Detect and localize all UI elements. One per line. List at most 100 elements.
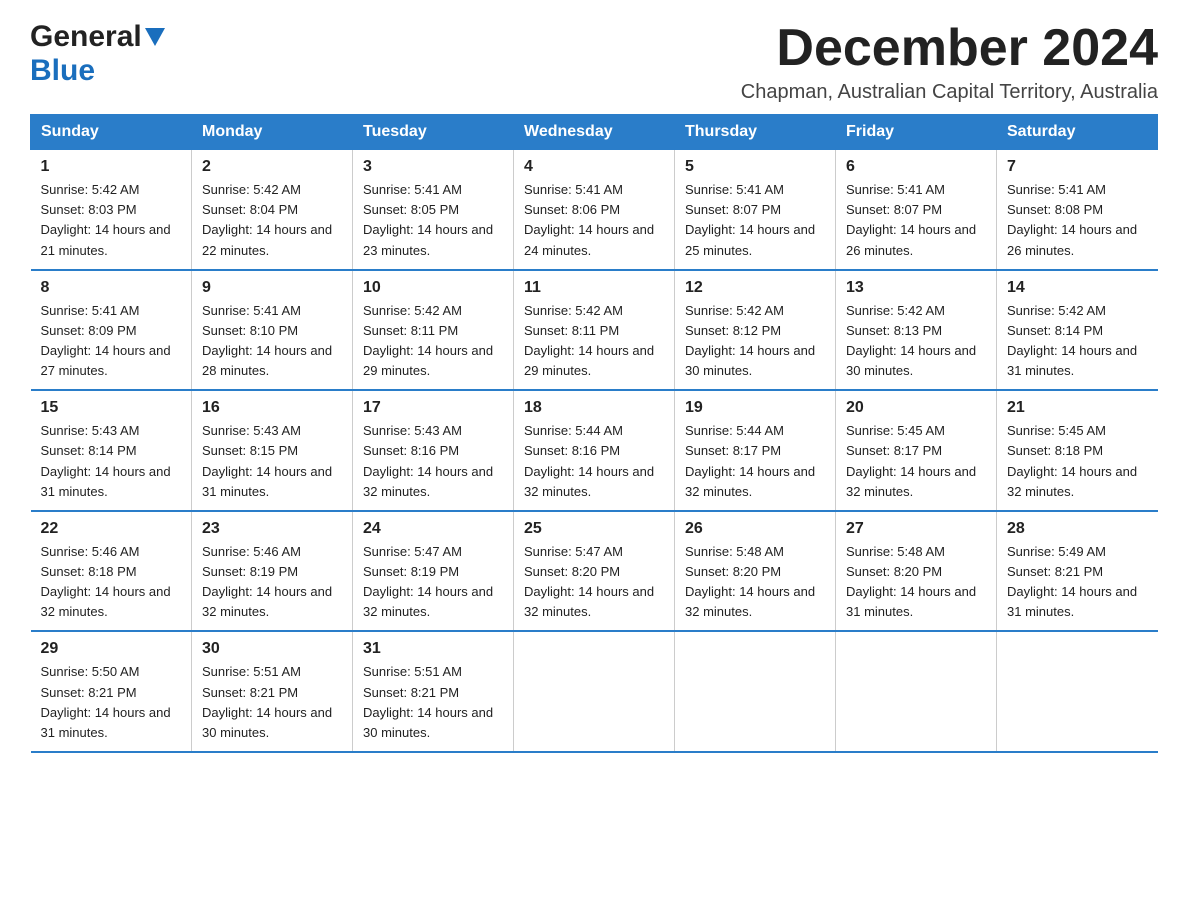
weekday-header-thursday: Thursday bbox=[675, 115, 836, 150]
calendar-table: SundayMondayTuesdayWednesdayThursdayFrid… bbox=[30, 114, 1158, 753]
day-number: 4 bbox=[524, 158, 664, 176]
day-number: 15 bbox=[41, 399, 182, 417]
calendar-cell: 22 Sunrise: 5:46 AMSunset: 8:18 PMDaylig… bbox=[31, 511, 192, 632]
day-info: Sunrise: 5:42 AMSunset: 8:04 PMDaylight:… bbox=[202, 182, 332, 257]
day-number: 21 bbox=[1007, 399, 1148, 417]
calendar-cell: 27 Sunrise: 5:48 AMSunset: 8:20 PMDaylig… bbox=[836, 511, 997, 632]
weekday-header-tuesday: Tuesday bbox=[353, 115, 514, 150]
month-year-title: December 2024 bbox=[741, 20, 1158, 77]
calendar-cell: 31 Sunrise: 5:51 AMSunset: 8:21 PMDaylig… bbox=[353, 631, 514, 752]
calendar-cell: 20 Sunrise: 5:45 AMSunset: 8:17 PMDaylig… bbox=[836, 390, 997, 511]
day-number: 14 bbox=[1007, 279, 1148, 297]
calendar-cell: 7 Sunrise: 5:41 AMSunset: 8:08 PMDayligh… bbox=[997, 150, 1158, 270]
day-info: Sunrise: 5:47 AMSunset: 8:20 PMDaylight:… bbox=[524, 544, 654, 619]
logo-general-text: General bbox=[30, 20, 142, 54]
day-info: Sunrise: 5:48 AMSunset: 8:20 PMDaylight:… bbox=[685, 544, 815, 619]
day-info: Sunrise: 5:42 AMSunset: 8:03 PMDaylight:… bbox=[41, 182, 171, 257]
day-number: 6 bbox=[846, 158, 986, 176]
logo-triangle-icon bbox=[145, 28, 165, 51]
day-number: 9 bbox=[202, 279, 342, 297]
calendar-cell: 30 Sunrise: 5:51 AMSunset: 8:21 PMDaylig… bbox=[192, 631, 353, 752]
calendar-cell: 26 Sunrise: 5:48 AMSunset: 8:20 PMDaylig… bbox=[675, 511, 836, 632]
week-row-2: 8 Sunrise: 5:41 AMSunset: 8:09 PMDayligh… bbox=[31, 270, 1158, 391]
location-subtitle: Chapman, Australian Capital Territory, A… bbox=[741, 81, 1158, 104]
day-info: Sunrise: 5:50 AMSunset: 8:21 PMDaylight:… bbox=[41, 664, 171, 739]
day-info: Sunrise: 5:45 AMSunset: 8:17 PMDaylight:… bbox=[846, 423, 976, 498]
day-number: 22 bbox=[41, 520, 182, 538]
weekday-header-saturday: Saturday bbox=[997, 115, 1158, 150]
calendar-cell: 2 Sunrise: 5:42 AMSunset: 8:04 PMDayligh… bbox=[192, 150, 353, 270]
day-number: 10 bbox=[363, 279, 503, 297]
logo-blue-text: Blue bbox=[30, 54, 95, 87]
calendar-cell: 19 Sunrise: 5:44 AMSunset: 8:17 PMDaylig… bbox=[675, 390, 836, 511]
day-number: 29 bbox=[41, 640, 182, 658]
day-info: Sunrise: 5:51 AMSunset: 8:21 PMDaylight:… bbox=[363, 664, 493, 739]
day-info: Sunrise: 5:43 AMSunset: 8:16 PMDaylight:… bbox=[363, 423, 493, 498]
week-row-1: 1 Sunrise: 5:42 AMSunset: 8:03 PMDayligh… bbox=[31, 150, 1158, 270]
weekday-header-wednesday: Wednesday bbox=[514, 115, 675, 150]
calendar-cell: 25 Sunrise: 5:47 AMSunset: 8:20 PMDaylig… bbox=[514, 511, 675, 632]
day-number: 19 bbox=[685, 399, 825, 417]
day-number: 24 bbox=[363, 520, 503, 538]
weekday-header-row: SundayMondayTuesdayWednesdayThursdayFrid… bbox=[31, 115, 1158, 150]
calendar-cell: 3 Sunrise: 5:41 AMSunset: 8:05 PMDayligh… bbox=[353, 150, 514, 270]
calendar-cell: 8 Sunrise: 5:41 AMSunset: 8:09 PMDayligh… bbox=[31, 270, 192, 391]
day-info: Sunrise: 5:42 AMSunset: 8:11 PMDaylight:… bbox=[524, 303, 654, 378]
day-number: 12 bbox=[685, 279, 825, 297]
day-info: Sunrise: 5:51 AMSunset: 8:21 PMDaylight:… bbox=[202, 664, 332, 739]
day-number: 20 bbox=[846, 399, 986, 417]
day-number: 7 bbox=[1007, 158, 1148, 176]
day-info: Sunrise: 5:41 AMSunset: 8:05 PMDaylight:… bbox=[363, 182, 493, 257]
calendar-cell: 23 Sunrise: 5:46 AMSunset: 8:19 PMDaylig… bbox=[192, 511, 353, 632]
day-info: Sunrise: 5:41 AMSunset: 8:10 PMDaylight:… bbox=[202, 303, 332, 378]
day-info: Sunrise: 5:47 AMSunset: 8:19 PMDaylight:… bbox=[363, 544, 493, 619]
day-info: Sunrise: 5:48 AMSunset: 8:20 PMDaylight:… bbox=[846, 544, 976, 619]
day-info: Sunrise: 5:49 AMSunset: 8:21 PMDaylight:… bbox=[1007, 544, 1137, 619]
day-info: Sunrise: 5:42 AMSunset: 8:13 PMDaylight:… bbox=[846, 303, 976, 378]
day-number: 31 bbox=[363, 640, 503, 658]
day-number: 11 bbox=[524, 279, 664, 297]
day-number: 26 bbox=[685, 520, 825, 538]
weekday-header-sunday: Sunday bbox=[31, 115, 192, 150]
day-number: 3 bbox=[363, 158, 503, 176]
day-number: 1 bbox=[41, 158, 182, 176]
calendar-cell: 11 Sunrise: 5:42 AMSunset: 8:11 PMDaylig… bbox=[514, 270, 675, 391]
calendar-cell: 5 Sunrise: 5:41 AMSunset: 8:07 PMDayligh… bbox=[675, 150, 836, 270]
calendar-cell: 14 Sunrise: 5:42 AMSunset: 8:14 PMDaylig… bbox=[997, 270, 1158, 391]
day-number: 27 bbox=[846, 520, 986, 538]
day-number: 17 bbox=[363, 399, 503, 417]
day-info: Sunrise: 5:45 AMSunset: 8:18 PMDaylight:… bbox=[1007, 423, 1137, 498]
day-number: 13 bbox=[846, 279, 986, 297]
calendar-cell: 21 Sunrise: 5:45 AMSunset: 8:18 PMDaylig… bbox=[997, 390, 1158, 511]
day-info: Sunrise: 5:41 AMSunset: 8:09 PMDaylight:… bbox=[41, 303, 171, 378]
calendar-cell: 29 Sunrise: 5:50 AMSunset: 8:21 PMDaylig… bbox=[31, 631, 192, 752]
day-info: Sunrise: 5:44 AMSunset: 8:17 PMDaylight:… bbox=[685, 423, 815, 498]
day-number: 2 bbox=[202, 158, 342, 176]
day-info: Sunrise: 5:44 AMSunset: 8:16 PMDaylight:… bbox=[524, 423, 654, 498]
day-number: 25 bbox=[524, 520, 664, 538]
calendar-cell bbox=[836, 631, 997, 752]
calendar-cell: 10 Sunrise: 5:42 AMSunset: 8:11 PMDaylig… bbox=[353, 270, 514, 391]
calendar-cell: 15 Sunrise: 5:43 AMSunset: 8:14 PMDaylig… bbox=[31, 390, 192, 511]
day-info: Sunrise: 5:43 AMSunset: 8:15 PMDaylight:… bbox=[202, 423, 332, 498]
calendar-cell: 4 Sunrise: 5:41 AMSunset: 8:06 PMDayligh… bbox=[514, 150, 675, 270]
day-number: 5 bbox=[685, 158, 825, 176]
day-number: 8 bbox=[41, 279, 182, 297]
calendar-cell: 12 Sunrise: 5:42 AMSunset: 8:12 PMDaylig… bbox=[675, 270, 836, 391]
day-info: Sunrise: 5:43 AMSunset: 8:14 PMDaylight:… bbox=[41, 423, 171, 498]
calendar-cell: 28 Sunrise: 5:49 AMSunset: 8:21 PMDaylig… bbox=[997, 511, 1158, 632]
week-row-4: 22 Sunrise: 5:46 AMSunset: 8:18 PMDaylig… bbox=[31, 511, 1158, 632]
day-info: Sunrise: 5:41 AMSunset: 8:06 PMDaylight:… bbox=[524, 182, 654, 257]
calendar-cell: 1 Sunrise: 5:42 AMSunset: 8:03 PMDayligh… bbox=[31, 150, 192, 270]
day-number: 28 bbox=[1007, 520, 1148, 538]
day-info: Sunrise: 5:46 AMSunset: 8:19 PMDaylight:… bbox=[202, 544, 332, 619]
page-header: General Blue December 2024 Chapman, Aust… bbox=[30, 20, 1158, 104]
day-number: 30 bbox=[202, 640, 342, 658]
calendar-cell: 9 Sunrise: 5:41 AMSunset: 8:10 PMDayligh… bbox=[192, 270, 353, 391]
day-info: Sunrise: 5:42 AMSunset: 8:11 PMDaylight:… bbox=[363, 303, 493, 378]
day-info: Sunrise: 5:41 AMSunset: 8:08 PMDaylight:… bbox=[1007, 182, 1137, 257]
calendar-cell: 18 Sunrise: 5:44 AMSunset: 8:16 PMDaylig… bbox=[514, 390, 675, 511]
weekday-header-monday: Monday bbox=[192, 115, 353, 150]
weekday-header-friday: Friday bbox=[836, 115, 997, 150]
day-info: Sunrise: 5:41 AMSunset: 8:07 PMDaylight:… bbox=[685, 182, 815, 257]
